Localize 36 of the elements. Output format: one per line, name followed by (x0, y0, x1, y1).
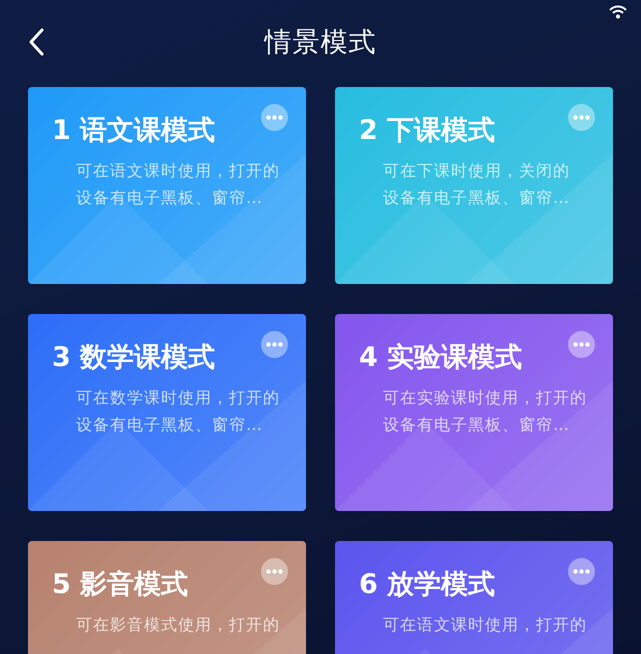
more-icon (266, 342, 283, 347)
mode-card[interactable]: 1 语文课模式 可在语文课时使用，打开的 设备有电子黑板、窗帘… (28, 87, 306, 284)
mode-description: 设备有电子黑板、窗帘… (76, 187, 263, 209)
mode-description: 设备有电子黑板、窗帘… (383, 414, 570, 436)
more-button[interactable] (568, 558, 595, 585)
mode-card[interactable]: 2 下课模式 可在下课时使用，关闭的 设备有电子黑板、窗帘… (335, 87, 613, 284)
mode-title: 1 语文课模式 (52, 114, 216, 148)
wifi-icon (609, 5, 627, 19)
mode-description: 可在数学课时使用，打开的 (76, 387, 280, 409)
mode-title: 5 影音模式 (52, 568, 188, 602)
mode-description: 设备有电子黑板、窗帘… (383, 187, 570, 209)
mode-card[interactable]: 3 数学课模式 可在数学课时使用，打开的 设备有电子黑板、窗帘… (28, 314, 306, 511)
more-button[interactable] (568, 104, 595, 131)
mode-title: 4 实验课模式 (359, 341, 522, 375)
more-icon (266, 115, 283, 120)
mode-description: 可在影音模式使用，打开的 (76, 614, 280, 636)
more-button[interactable] (261, 331, 288, 358)
mode-description: 可在语文课时使用，打开的 (76, 160, 280, 182)
mode-description: 可在实验课时使用，打开的 (383, 387, 587, 409)
more-icon (573, 569, 590, 574)
more-button[interactable] (261, 558, 288, 585)
more-icon (573, 342, 590, 347)
mode-description: 可在下课时使用，关闭的 (383, 160, 570, 182)
more-button[interactable] (568, 331, 595, 358)
mode-card[interactable]: 6 放学模式 可在语文课时使用，打开的 (335, 541, 613, 654)
mode-description: 设备有电子黑板、窗帘… (76, 414, 263, 436)
mode-title: 6 放学模式 (359, 568, 496, 602)
mode-description: 可在语文课时使用，打开的 (383, 614, 587, 636)
mode-card[interactable]: 4 实验课模式 可在实验课时使用，打开的 设备有电子黑板、窗帘… (335, 314, 613, 511)
page-title: 情景模式 (264, 26, 376, 60)
more-icon (266, 569, 283, 574)
more-icon (573, 115, 590, 120)
mode-title: 3 数学课模式 (52, 341, 216, 375)
mode-card[interactable]: 5 影音模式 可在影音模式使用，打开的 (28, 541, 306, 654)
more-button[interactable] (261, 104, 288, 131)
mode-title: 2 下课模式 (359, 114, 496, 148)
